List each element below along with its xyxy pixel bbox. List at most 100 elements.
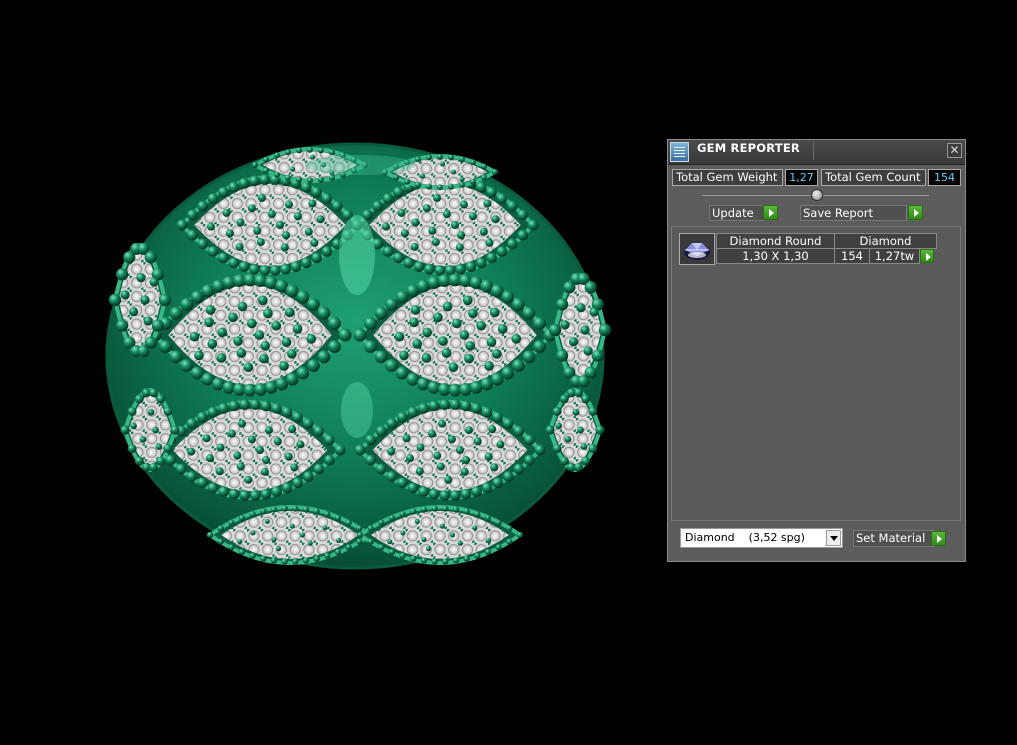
pave-bead: [271, 486, 282, 497]
pave-bead: [462, 456, 471, 465]
pave-bead: [440, 161, 446, 167]
pave-bead: [306, 334, 317, 344]
pave-bead: [336, 537, 342, 543]
pave-bead: [378, 544, 385, 551]
panel-titlebar[interactable]: GEM REPORTER ✕: [668, 140, 965, 165]
pave-bead: [415, 467, 424, 476]
pave-bead: [490, 463, 499, 472]
pave-bead: [472, 525, 478, 531]
pave-bead: [409, 317, 419, 328]
pave-bead: [581, 394, 591, 404]
pave-bead: [468, 308, 478, 319]
pave-bead: [356, 538, 363, 545]
pave-bead: [207, 193, 219, 204]
pave-bead: [197, 200, 209, 212]
pave-bead: [506, 238, 518, 250]
gem-weight-cell: 1,27tw: [869, 248, 920, 264]
pave-bead: [238, 178, 250, 189]
pave-bead: [258, 193, 267, 202]
pave-bead: [228, 257, 240, 269]
pave-bead: [589, 307, 599, 317]
pave-bead: [273, 437, 282, 446]
pave-bead: [311, 186, 322, 198]
pave-bead: [460, 400, 472, 412]
pave-bead: [437, 184, 443, 191]
set-material-play-icon[interactable]: [931, 531, 946, 546]
pave-bead: [236, 348, 247, 358]
pave-bead: [296, 440, 305, 449]
pave-bead: [484, 548, 492, 556]
pave-bead: [486, 337, 497, 347]
pave-bead: [170, 425, 180, 435]
pave-bead: [207, 338, 218, 349]
slider-handle[interactable]: [811, 189, 823, 201]
pave-bead: [228, 519, 235, 526]
pave-bead: [353, 328, 367, 342]
chevron-down-icon[interactable]: [826, 530, 841, 546]
save-report-button[interactable]: Save Report: [800, 205, 907, 221]
pave-bead: [484, 514, 492, 522]
gem-list[interactable]: Diamond Round Diamond 1,30 X 1,30 154 1,…: [671, 226, 961, 521]
pave-bead: [475, 181, 487, 193]
material-dropdown[interactable]: Diamond (3,52 spg): [680, 528, 843, 548]
pave-bead: [516, 531, 524, 539]
gem-material-cell: Diamond: [834, 233, 937, 249]
pave-bead: [416, 443, 425, 452]
pave-bead: [471, 403, 482, 414]
material-dropdown-value: Diamond (3,52 spg): [685, 531, 805, 544]
pave-bead: [448, 362, 459, 373]
pave-bead: [238, 514, 246, 522]
update-button[interactable]: Update: [709, 205, 764, 221]
set-material-button[interactable]: Set Material: [853, 530, 935, 547]
pave-bead: [328, 340, 341, 354]
pave-bead: [275, 221, 284, 229]
pave-bead: [448, 154, 454, 161]
pave-bead: [488, 425, 497, 434]
pave-bead: [116, 268, 129, 281]
gem-count-cell: 154: [834, 248, 870, 264]
pave-bead: [120, 425, 130, 435]
pave-bead: [428, 488, 440, 500]
pave-bead: [302, 557, 310, 564]
pave-bead: [292, 558, 299, 565]
pave-bead: [108, 293, 122, 307]
gem-row-play-icon[interactable]: [920, 249, 934, 263]
pave-bead: [237, 539, 243, 545]
pave-bead: [324, 511, 331, 518]
pave-bead: [228, 400, 240, 412]
pave-bead: [533, 316, 546, 330]
pave-bead: [292, 411, 303, 423]
pave-bead: [431, 238, 440, 247]
pave-bead: [459, 330, 470, 340]
total-gem-count-value: 154: [928, 169, 961, 186]
pave-bead: [527, 219, 539, 231]
pave-bead: [481, 163, 487, 170]
pave-bead: [218, 486, 229, 497]
pave-bead: [252, 162, 258, 168]
pave-bead: [207, 246, 219, 257]
pave-bead: [247, 435, 256, 444]
pave-bead: [442, 210, 451, 219]
pave-bead: [281, 406, 293, 418]
pave-bead: [302, 506, 310, 513]
pave-bead: [422, 204, 431, 213]
3d-viewport[interactable]: [0, 0, 660, 745]
pave-bead: [187, 229, 198, 241]
pave-bead: [378, 519, 385, 526]
pave-bead: [437, 153, 443, 160]
close-icon[interactable]: ✕: [947, 143, 962, 158]
update-play-icon[interactable]: [763, 205, 778, 220]
pave-bead: [149, 462, 159, 472]
pave-bead: [474, 511, 481, 518]
pave-bead: [206, 454, 215, 463]
save-report-play-icon[interactable]: [908, 205, 923, 220]
pave-bead: [163, 406, 173, 416]
pave-bead: [238, 419, 247, 428]
pave-bead: [386, 418, 398, 429]
pave-bead: [486, 537, 492, 543]
pave-bead: [222, 208, 231, 217]
pave-bead: [218, 252, 229, 264]
gem-thumbnail[interactable]: [679, 233, 715, 265]
pave-bead: [424, 263, 435, 275]
pave-bead: [140, 295, 150, 305]
